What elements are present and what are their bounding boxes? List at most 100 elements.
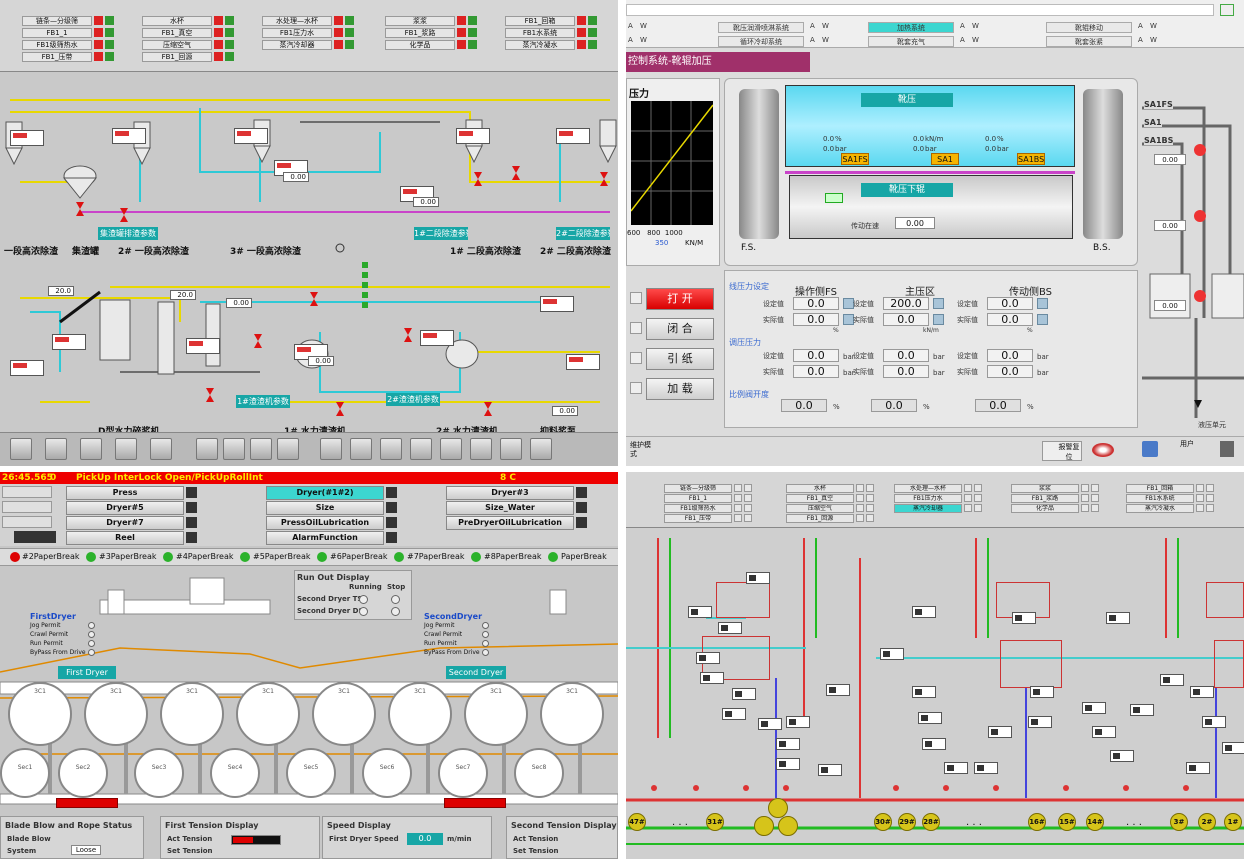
controller-display[interactable] [1028,716,1052,728]
alarm-w-icon[interactable] [866,484,874,492]
control-button[interactable]: 加 载 [646,378,714,400]
controller-display[interactable] [1186,762,1210,774]
checkbox-icon[interactable] [1220,4,1234,16]
alarm-w-icon[interactable] [1091,484,1099,492]
controller-display[interactable] [826,684,850,696]
header-nav-button[interactable]: FB1_1 [664,494,732,503]
nav-button[interactable]: Dryer(#1#2) [266,486,384,500]
steam-unit[interactable] [716,582,770,618]
dryer-cylinder-indicator[interactable]: 30# [874,813,892,831]
auto-mode-label[interactable]: A [960,36,965,44]
pump-icon[interactable] [768,798,788,818]
alarm-a-icon[interactable] [964,504,972,512]
alarm-a-icon[interactable] [734,504,742,512]
controller-display[interactable] [880,648,904,660]
alarm-w-icon[interactable] [1206,484,1214,492]
controller-display[interactable] [1130,704,1154,716]
trend-icon[interactable] [80,438,102,460]
nav-slot[interactable] [2,501,52,513]
setpoint-input[interactable]: 0.0 [987,297,1033,310]
header-nav-button[interactable]: 水杯 [786,484,854,493]
alarm-reset-button[interactable]: 报警复位 [1042,441,1082,461]
header-nav-button[interactable]: FB1_回箱 [505,16,575,26]
nav-button[interactable]: Press [66,486,184,500]
alarm-a-icon[interactable] [1196,484,1204,492]
help-icon[interactable] [530,438,552,460]
header-nav-button[interactable]: 蒸汽冷凝水 [505,40,575,50]
header-nav-button[interactable]: 蒸汽冷却器 [262,40,332,50]
controller-display[interactable] [1030,686,1054,698]
instrument-display[interactable] [10,360,44,376]
parameter-button[interactable]: 集渣罐排渣参数 [98,227,158,240]
settings-icon[interactable] [500,438,522,460]
alarm-a-icon[interactable] [214,16,223,25]
header-nav-button[interactable]: 蒸汽冷却器 [894,504,962,513]
q2-search-bar[interactable] [626,4,1214,16]
header-nav-button[interactable]: FB1_1 [22,28,92,38]
close-window-icon[interactable] [470,438,492,460]
alarm-w-icon[interactable] [225,28,234,37]
select-checkbox[interactable] [630,352,642,364]
header-nav-button[interactable]: FB1压力水 [262,28,332,38]
alarm-w-icon[interactable] [744,484,752,492]
pump-icon[interactable] [778,816,798,836]
alarm-a-icon[interactable] [94,16,103,25]
alarm-a-icon[interactable] [964,494,972,502]
alarm-a-icon[interactable] [94,28,103,37]
header-nav-button[interactable]: 链条—分级筛 [22,16,92,26]
alarm-a-icon[interactable] [214,40,223,49]
runout-radio[interactable] [391,607,400,616]
manual-mode-label[interactable]: W [972,36,979,44]
controller-display[interactable] [1202,716,1226,728]
parameter-button[interactable]: 1#二段除渣参数 [414,227,468,240]
alarm-w-icon[interactable] [1091,504,1099,512]
parameter-button[interactable]: 2#渣渣机参数 [386,393,440,406]
header-nav-button[interactable]: 浆浆 [1011,484,1079,493]
nav-tab[interactable]: 靴套充气 [868,36,954,47]
select-checkbox[interactable] [630,322,642,334]
dryer-cylinder-indicator[interactable]: 31# [706,813,724,831]
controller-display[interactable] [776,758,800,770]
login-icon[interactable] [1142,441,1158,457]
pressure-setpoint[interactable]: 0.0 [987,349,1033,362]
auto-mode-label[interactable]: A [628,22,633,30]
manual-mode-label[interactable]: W [972,22,979,30]
alarm-w-icon[interactable] [105,28,114,37]
flag-icon[interactable] [1092,443,1114,457]
alarm-w-icon[interactable] [225,52,234,61]
controller-display[interactable] [746,572,770,584]
control-button[interactable]: 闭 合 [646,318,714,340]
alarm-a-icon[interactable] [1081,494,1089,502]
runout-radio[interactable] [359,595,368,604]
dryer-cylinder[interactable]: Sec3 [134,748,184,798]
instrument-display[interactable] [112,128,146,144]
alarm-a-icon[interactable] [856,504,864,512]
manual-mode-label[interactable]: W [822,22,829,30]
sa-tag[interactable]: SA1 [931,153,959,165]
header-nav-button[interactable]: FB1_真空 [142,28,212,38]
nav-tab[interactable]: 靴辊移动 [1046,22,1132,33]
controller-display[interactable] [688,606,712,618]
alarm-w-icon[interactable] [225,16,234,25]
nav-button[interactable]: AlarmFunction [266,531,384,545]
auto-mode-label[interactable]: A [1138,36,1143,44]
instrument-display[interactable] [556,128,590,144]
alarm-a-icon[interactable] [734,514,742,522]
header-nav-button[interactable]: FB1级筛热水 [664,504,732,513]
instrument-display[interactable] [52,334,86,350]
spin-up-icon[interactable] [1037,298,1048,309]
dryer-cylinder-indicator[interactable]: 1# [1224,813,1242,831]
alarm-a-icon[interactable] [856,514,864,522]
alarm-w-icon[interactable] [225,40,234,49]
manual-mode-label[interactable]: W [640,22,647,30]
header-nav-button[interactable]: 水处理—水杯 [262,16,332,26]
pressure-setpoint[interactable]: 0.0 [883,349,929,362]
alarm-w-icon[interactable] [974,484,982,492]
controller-display[interactable] [918,712,942,724]
chart-icon[interactable] [45,438,67,460]
controller-display[interactable] [786,716,810,728]
alarm-a-icon[interactable] [856,494,864,502]
alarm-a-icon[interactable] [1081,504,1089,512]
pump-icon[interactable] [754,816,774,836]
alarm-a-icon[interactable] [1196,504,1204,512]
